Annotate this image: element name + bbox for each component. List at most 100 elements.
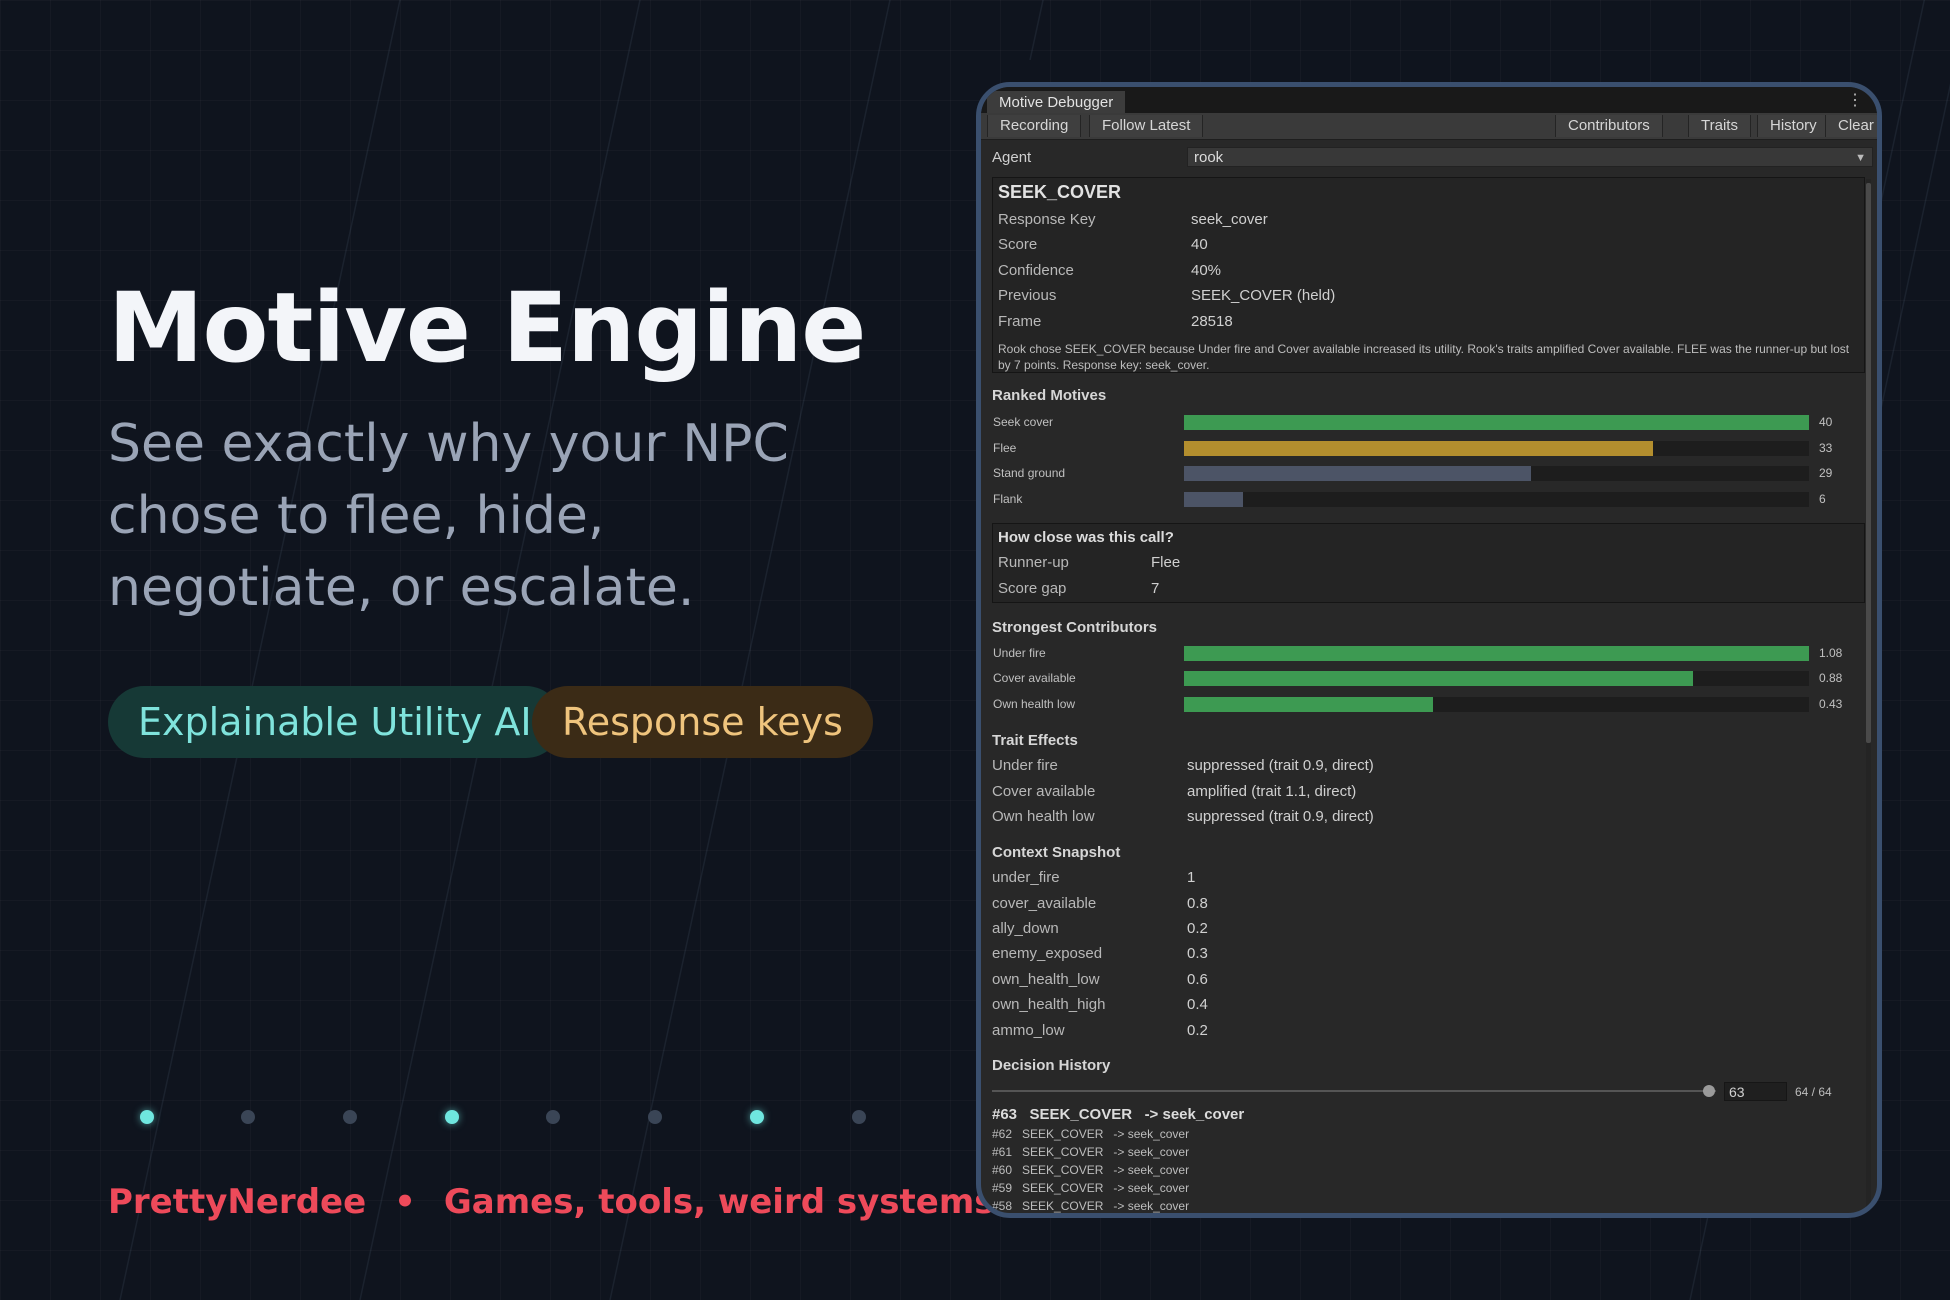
closeness-title: How close was this call? <box>998 529 1174 546</box>
motive-label: Seek cover <box>993 415 1054 429</box>
contributors-title: Strongest Contributors <box>992 619 1157 636</box>
history-entry[interactable]: #58 SEEK_COVER -> seek_cover <box>992 1199 1189 1213</box>
decision-explanation: Rook chose SEEK_COVER because Under fire… <box>998 342 1850 372</box>
field-label: Previous <box>998 287 1057 304</box>
contributors-button[interactable]: Contributors <box>1555 115 1663 137</box>
trait-label: Own health low <box>992 808 1095 825</box>
context-value: 0.4 <box>1187 996 1208 1013</box>
pagination-dot[interactable] <box>140 1110 154 1124</box>
window-toolbar: Recording Follow Latest Contributors Tra… <box>981 113 1877 140</box>
motive-bar-track <box>1184 441 1809 456</box>
pill-response-keys: Response keys <box>532 686 873 758</box>
field-value: 7 <box>1151 580 1160 597</box>
decision-box: SEEK_COVER Response Key seek_cover Score… <box>992 177 1865 373</box>
pagination-dot[interactable] <box>445 1110 459 1124</box>
agent-row: Agent rook ▼ <box>981 145 1877 171</box>
pill-explainable-utility-ai: Explainable Utility AI <box>108 686 562 758</box>
field-value: Flee <box>1151 554 1181 571</box>
history-entry[interactable]: #61 SEEK_COVER -> seek_cover <box>992 1145 1189 1159</box>
pagination-dot[interactable] <box>648 1110 662 1124</box>
hero-subtitle-line: See exactly why your NPC <box>108 414 789 474</box>
contributor-bar-track <box>1184 697 1809 712</box>
motive-label: Flank <box>993 492 1023 506</box>
trait-value: suppressed (trait 0.9, direct) <box>1187 757 1374 774</box>
context-value: 0.3 <box>1187 945 1208 962</box>
context-key: ally_down <box>992 920 1059 937</box>
motive-score: 29 <box>1819 466 1833 480</box>
pagination-dot[interactable] <box>546 1110 560 1124</box>
ranked-motives-title: Ranked Motives <box>992 387 1107 404</box>
brand-footer: PrettyNerdee • Games, tools, weird systems… <box>108 1182 1007 1222</box>
follow-latest-button[interactable]: Follow Latest <box>1089 115 1204 137</box>
window-title-tab[interactable]: Motive Debugger <box>987 91 1126 113</box>
field-label: Frame <box>998 313 1042 330</box>
motive-bar <box>1184 415 1809 430</box>
hero-title: Motive Engine <box>108 272 866 384</box>
contributor-bar <box>1184 646 1809 661</box>
context-key: ammo_low <box>992 1022 1065 1039</box>
trait-label: Under fire <box>992 757 1058 774</box>
pagination-dot[interactable] <box>241 1110 255 1124</box>
brand-name: PrettyNerdee <box>108 1182 367 1222</box>
contributor-value: 0.43 <box>1819 697 1843 711</box>
motive-bar-track <box>1184 466 1809 481</box>
motive-bar <box>1184 466 1531 481</box>
traits-button[interactable]: Traits <box>1688 115 1751 137</box>
agent-select-value: rook <box>1194 149 1224 166</box>
field-label: Response Key <box>998 211 1096 228</box>
recording-button[interactable]: Recording <box>987 115 1082 137</box>
motive-score: 33 <box>1819 441 1833 455</box>
field-value: SEEK_COVER (held) <box>1191 287 1336 304</box>
context-key: own_health_low <box>992 971 1100 988</box>
motive-label: Flee <box>993 441 1017 455</box>
kebab-menu-icon[interactable]: ⋮ <box>1847 90 1863 110</box>
history-index-field[interactable]: 63 <box>1724 1082 1787 1101</box>
history-slider-track[interactable] <box>992 1090 1716 1092</box>
scrollbar-thumb[interactable] <box>1866 183 1871 743</box>
field-label: Runner-up <box>998 554 1069 571</box>
history-button[interactable]: History <box>1757 115 1830 137</box>
contributor-bar-track <box>1184 646 1809 661</box>
context-value: 1 <box>1187 869 1196 886</box>
motive-score: 40 <box>1819 415 1833 429</box>
pagination-dot[interactable] <box>343 1110 357 1124</box>
context-value: 0.2 <box>1187 920 1208 937</box>
context-value: 0.8 <box>1187 895 1208 912</box>
contributor-label: Cover available <box>993 671 1076 685</box>
pagination-dot[interactable] <box>750 1110 764 1124</box>
field-value: 28518 <box>1191 313 1233 330</box>
contributor-label: Under fire <box>993 646 1046 660</box>
window-titlebar: Motive Debugger ⋮ <box>981 87 1877 113</box>
context-snapshot-title: Context Snapshot <box>992 844 1121 861</box>
decision-history-title: Decision History <box>992 1057 1111 1074</box>
pagination-dot[interactable] <box>852 1110 866 1124</box>
history-entry[interactable]: #59 SEEK_COVER -> seek_cover <box>992 1181 1189 1195</box>
dropdown-caret-icon: ▼ <box>1855 152 1866 164</box>
context-key: own_health_high <box>992 996 1106 1013</box>
context-key: under_fire <box>992 869 1060 886</box>
decision-name: SEEK_COVER <box>998 182 1122 202</box>
trait-label: Cover available <box>992 783 1096 800</box>
agent-label: Agent <box>992 149 1032 166</box>
motive-debugger-window: Motive Debugger ⋮ Recording Follow Lates… <box>976 82 1882 1218</box>
history-current-entry[interactable]: #63 SEEK_COVER -> seek_cover <box>992 1106 1244 1123</box>
contributor-label: Own health low <box>993 697 1076 711</box>
context-value: 0.6 <box>1187 971 1208 988</box>
history-slider-knob[interactable] <box>1703 1085 1715 1097</box>
contributor-bar <box>1184 671 1694 686</box>
motive-label: Stand ground <box>993 466 1066 480</box>
trait-value: amplified (trait 1.1, direct) <box>1187 783 1357 800</box>
clear-button[interactable]: Clear <box>1825 115 1877 137</box>
contributor-bar <box>1184 697 1433 712</box>
field-value: 40% <box>1191 262 1222 279</box>
brand-separator: • <box>394 1182 416 1222</box>
agent-select[interactable]: rook ▼ <box>1187 147 1873 167</box>
contributor-value: 1.08 <box>1819 646 1843 660</box>
motive-score: 6 <box>1819 492 1826 506</box>
context-value: 0.2 <box>1187 1022 1208 1039</box>
motive-bar <box>1184 492 1244 507</box>
hero-subtitle-line: chose to flee, hide, <box>108 486 605 546</box>
motive-bar <box>1184 441 1653 456</box>
history-entry[interactable]: #62 SEEK_COVER -> seek_cover <box>992 1127 1189 1141</box>
history-entry[interactable]: #60 SEEK_COVER -> seek_cover <box>992 1163 1189 1177</box>
